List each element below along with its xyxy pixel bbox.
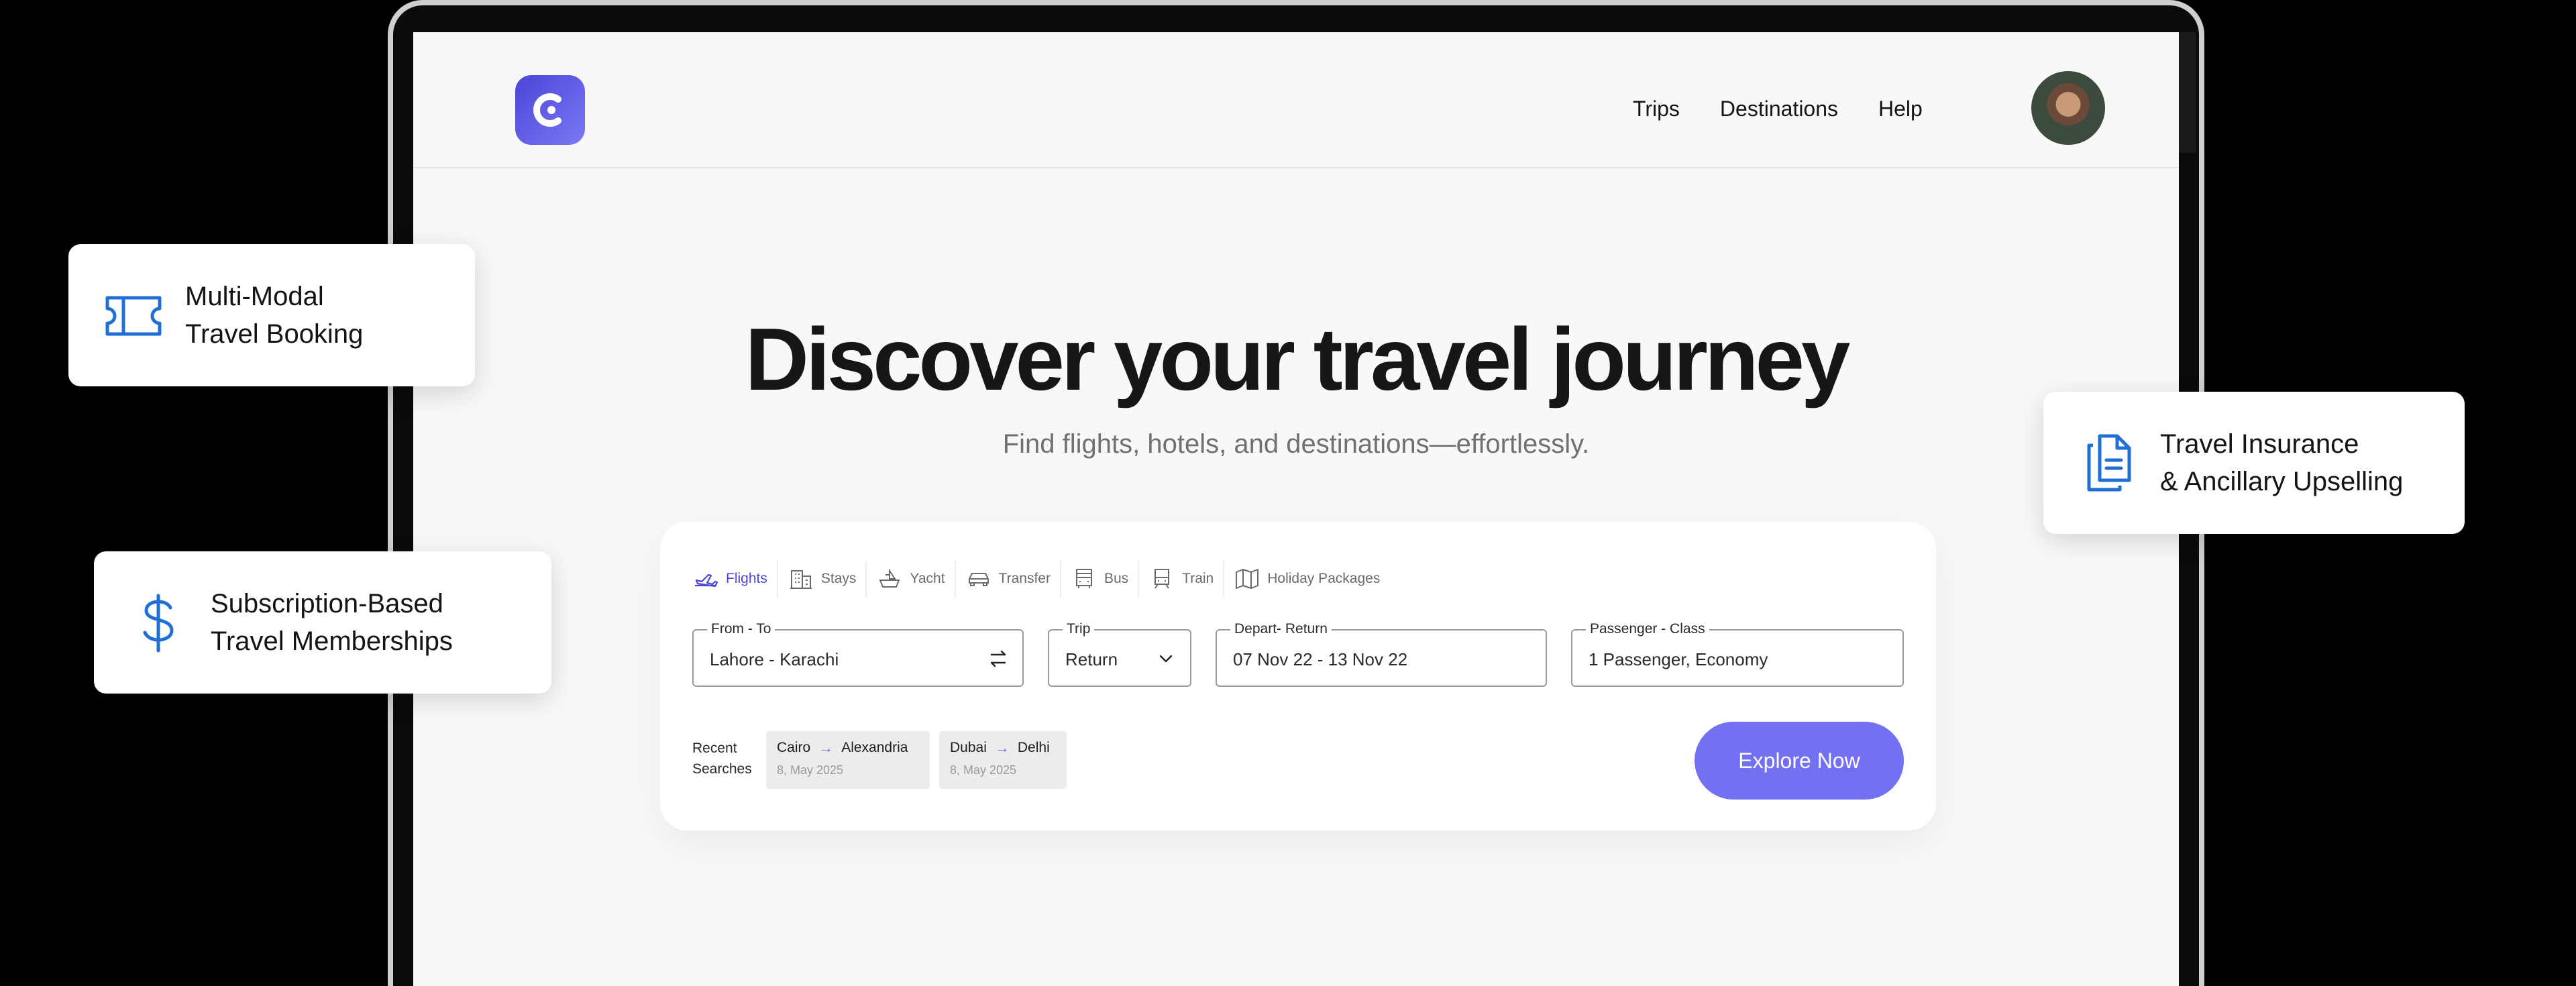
dollar-icon [143,594,174,653]
chip-from: Dubai [950,740,987,755]
field-label: Depart- Return [1230,621,1332,637]
chip-route: Dubai → Delhi [950,739,1056,757]
travel-mode-tabs: Flights Stays Yacht Transfer Bus Train H… [692,561,1389,597]
app-logo[interactable] [515,75,585,145]
field-label: From - To [707,621,775,637]
recent-label-line: Searches [692,761,752,777]
car-icon [968,573,989,586]
tab-flights[interactable]: Flights [692,565,777,592]
recent-search-chip[interactable]: Cairo → Alexandria 8, May 2025 [766,731,930,789]
dates-field[interactable]: Depart- Return 07 Nov 22 - 13 Nov 22 [1216,621,1547,687]
tab-label: Yacht [910,571,945,586]
documents-icon [2087,434,2131,492]
field-label: Passenger - Class [1586,621,1709,637]
nav-links: Trips Destinations Help [1633,97,1923,121]
chip-to: Delhi [1017,740,1050,755]
feature-line: Travel Booking [185,319,364,349]
train-icon [1155,569,1170,589]
tab-label: Holiday Packages [1267,571,1381,586]
arrow-right-icon: → [818,739,834,756]
feature-text: Subscription-Based Travel Memberships [211,585,453,660]
feature-card-subscription: Subscription-Based Travel Memberships [94,551,551,694]
feature-line: Travel Insurance [2160,429,2359,459]
feature-line: Subscription-Based [211,589,443,618]
logo-mark-icon [533,93,561,127]
tab-transfer[interactable]: Transfer [956,565,1060,592]
trip-select[interactable]: Trip Return [1048,621,1191,687]
ticket-icon [105,296,162,336]
feature-text: Travel Insurance & Ancillary Upselling [2160,425,2403,500]
feature-line: Travel Memberships [211,626,453,656]
tab-label: Flights [726,571,767,586]
field-value: 07 Nov 22 - 13 Nov 22 [1233,649,1408,669]
nav-destinations[interactable]: Destinations [1720,97,1838,121]
field-label: Trip [1063,621,1095,637]
arrow-right-icon: → [994,739,1010,756]
tab-yacht[interactable]: Yacht [867,565,954,592]
chip-date: 8, May 2025 [950,763,1017,777]
chip-to: Alexandria [841,740,908,755]
nav-trips[interactable]: Trips [1633,97,1680,121]
recent-label-line: Recent [692,741,737,756]
tab-label: Bus [1104,571,1129,586]
building-icon [790,570,812,589]
feature-line: Multi-Modal [185,282,324,311]
tab-bus[interactable]: Bus [1061,565,1138,592]
swap-icon[interactable] [986,647,1010,671]
search-card: Flights Stays Yacht Transfer Bus Train H… [660,522,1936,830]
top-navbar: Trips Destinations Help [413,32,2179,168]
tab-label: Stays [820,571,857,586]
feature-line: & Ancillary Upselling [2160,467,2404,496]
tab-label: Transfer [998,571,1051,586]
hero-title: Discover your travel journey [745,310,1851,408]
tab-stays[interactable]: Stays [778,565,866,592]
app-screen: Trips Destinations Help Discover your tr… [413,32,2179,986]
explore-now-button[interactable]: Explore Now [1695,722,1904,800]
hero-subtitle: Find flights, hotels, and destinations—e… [1002,429,1590,459]
passenger-class-field[interactable]: Passenger - Class 1 Passenger, Economy [1571,621,1904,687]
nav-help[interactable]: Help [1878,97,1923,121]
chip-date: 8, May 2025 [777,763,844,777]
recent-search-chip[interactable]: Dubai → Delhi 8, May 2025 [939,731,1067,789]
bus-icon [1075,569,1092,588]
yacht-icon [879,569,900,588]
chevron-down-icon [1159,655,1173,663]
frame-edge [2176,32,2196,153]
chip-from: Cairo [777,740,811,755]
field-value: Lahore - Karachi [710,649,839,669]
recent-searches-label: Recent Searches [692,738,752,779]
user-avatar[interactable] [2031,71,2105,145]
field-value: 1 Passenger, Economy [1589,649,1768,669]
tab-train[interactable]: Train [1139,565,1223,592]
field-value: Return [1065,649,1118,669]
tab-holiday-packages[interactable]: Holiday Packages [1224,565,1389,592]
from-to-field[interactable]: From - To Lahore - Karachi [692,621,1024,687]
map-icon [1236,569,1259,589]
chip-route: Cairo → Alexandria [777,739,919,757]
feature-card-booking: Multi-Modal Travel Booking [68,244,475,386]
laptop-frame: Trips Destinations Help Discover your tr… [388,0,2204,986]
tab-label: Train [1182,571,1214,586]
feature-text: Multi-Modal Travel Booking [185,278,363,353]
feature-card-insurance: Travel Insurance & Ancillary Upselling [2043,392,2465,534]
plane-icon [695,573,718,588]
